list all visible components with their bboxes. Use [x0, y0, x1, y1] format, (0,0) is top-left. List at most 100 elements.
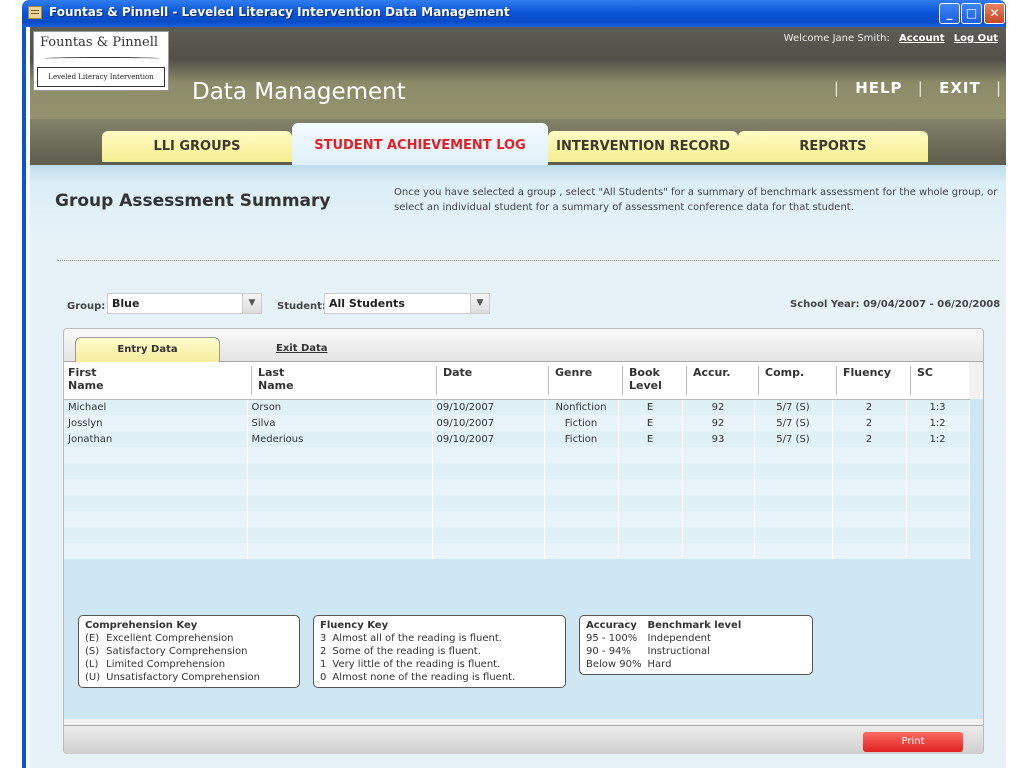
table-cell — [906, 463, 970, 479]
table-cell — [618, 479, 683, 495]
tab-reports[interactable]: REPORTS — [738, 131, 928, 162]
table-cell — [754, 447, 833, 463]
table-cell — [247, 463, 433, 479]
close-icon[interactable]: ✕ — [984, 3, 1005, 24]
table-cell — [682, 511, 755, 527]
tab-student-achievement-log[interactable]: STUDENT ACHIEVEMENT LOG — [292, 123, 548, 165]
column-header[interactable]: Book Level — [618, 362, 682, 400]
table-row[interactable] — [64, 495, 970, 511]
key-code: 0 — [320, 672, 327, 683]
table-cell — [618, 543, 683, 559]
fluency-key-title: Fluency Key — [320, 620, 389, 631]
key-code: 3 — [320, 633, 327, 644]
content-strip — [30, 165, 1006, 181]
table-cell — [247, 527, 433, 543]
comprehension-key-list: (E) Excellent Comprehension (S) Satisfactor… — [85, 632, 266, 684]
table-cell — [432, 447, 545, 463]
table-row[interactable] — [64, 447, 970, 463]
table-cell: 09/10/2007 — [432, 431, 545, 447]
assessment-table: First Name Last Name Date Genre Book Level Accur… — [64, 362, 970, 559]
key-row: (E) Excellent Comprehension — [85, 632, 266, 645]
table-row[interactable] — [64, 527, 970, 543]
table-row[interactable] — [64, 463, 970, 479]
comprehension-key: Comprehension Key (E) Excellent Comprehen… — [78, 615, 300, 688]
column-header[interactable]: SC — [906, 362, 969, 400]
window-title: Fountas & Pinnell - Leveled Literacy Int… — [49, 5, 510, 19]
table-cell — [544, 447, 619, 463]
table-cell — [64, 543, 248, 559]
table-row[interactable]: Michael Orson 09/10/2007 Nonfiction E 92 5/7 (… — [64, 399, 970, 415]
table-row[interactable]: Jonathan Mederious 09/10/2007 Fiction E 93 5/7… — [64, 431, 970, 447]
key-description: Very little of the reading is fluent. — [332, 659, 501, 670]
table-cell — [754, 495, 833, 511]
table-cell — [544, 463, 619, 479]
table-cell — [682, 447, 755, 463]
chevron-down-icon[interactable]: ▼ — [470, 294, 489, 313]
app-book-icon — [28, 6, 42, 19]
fluency-key: Fluency Key 3 Almost all of the reading i… — [313, 615, 566, 688]
divider: | — [833, 79, 840, 97]
print-button[interactable]: Print — [863, 732, 963, 752]
table-cell: 2 — [832, 431, 907, 447]
group-select-value: Blue — [112, 297, 140, 310]
table-cell: 5/7 (S) — [754, 415, 833, 431]
column-header-cell: First Name — [68, 366, 247, 395]
table-cell — [682, 495, 755, 511]
table-cell: Orson — [247, 399, 433, 415]
key-description: Instructional — [647, 646, 710, 657]
table-cell — [682, 463, 755, 479]
tab-exit-data[interactable]: Exit Data — [276, 343, 328, 354]
table-cell — [618, 447, 683, 463]
column-header-cell: Genre — [548, 366, 618, 395]
window-title-bar[interactable]: Fountas & Pinnell - Leveled Literacy Int… — [22, 0, 1006, 27]
column-header-label: Name — [258, 379, 294, 392]
column-header[interactable]: Accur. — [682, 362, 754, 400]
exit-link[interactable]: EXIT — [939, 79, 981, 97]
table-cell — [64, 527, 248, 543]
table-row[interactable]: Josslyn Silva 09/10/2007 Fiction E 92 5/7 (S) 2… — [64, 415, 970, 431]
table-cell — [247, 447, 433, 463]
maximize-icon[interactable]: □ — [961, 3, 982, 24]
key-row: 0 Almost none of the reading is fluent. — [320, 671, 521, 684]
column-header[interactable]: Fluency — [832, 362, 906, 400]
key-row: 3 Almost all of the reading is fluent. — [320, 632, 521, 645]
accuracy-key: Accuracy Benchmark level 95 - 100% Indepe… — [579, 615, 813, 675]
table-cell — [432, 543, 545, 559]
column-header-cell: Last Name — [251, 366, 432, 395]
column-header-label: Level — [629, 379, 662, 392]
column-header[interactable]: Last Name — [247, 362, 432, 400]
column-header[interactable]: Comp. — [754, 362, 832, 400]
column-header-label: SC — [917, 366, 933, 379]
key-description: Hard — [647, 659, 672, 670]
tab-intervention-record[interactable]: INTERVENTION RECORD — [548, 131, 738, 162]
tab-entry-data[interactable]: Entry Data — [75, 337, 220, 363]
chevron-down-icon[interactable]: ▼ — [242, 294, 261, 313]
table-cell: 09/10/2007 — [432, 415, 545, 431]
benchmark-level-title: Benchmark level — [647, 620, 742, 631]
column-header[interactable]: First Name — [64, 362, 247, 400]
group-select[interactable]: Blue ▼ — [107, 293, 262, 314]
help-link[interactable]: HELP — [855, 79, 902, 97]
table-cell — [432, 479, 545, 495]
key-row: Below 90% Hard — [586, 658, 747, 671]
account-link[interactable]: Account — [899, 33, 944, 44]
table-cell — [618, 495, 683, 511]
column-header-cell: Accur. — [686, 366, 754, 395]
table-cell — [544, 495, 619, 511]
column-header[interactable]: Date — [432, 362, 544, 400]
table-row[interactable] — [64, 479, 970, 495]
logout-link[interactable]: Log Out — [954, 33, 998, 44]
minimize-icon[interactable]: _ — [939, 3, 960, 24]
table-cell — [906, 543, 970, 559]
table-row[interactable] — [64, 543, 970, 559]
column-header-label: Accur. — [693, 366, 731, 379]
tab-lli-groups[interactable]: LLI GROUPS — [102, 131, 292, 162]
fluency-key-list: 3 Almost all of the reading is fluent. 2 So… — [320, 632, 521, 684]
table-cell: Mederious — [247, 431, 433, 447]
column-header[interactable]: Genre — [544, 362, 618, 400]
panel-footer: Print — [64, 725, 983, 754]
table-row[interactable] — [64, 511, 970, 527]
key-row: (U) Unsatisfactory Comprehension — [85, 671, 266, 684]
student-select[interactable]: All Students ▼ — [324, 293, 490, 314]
key-code: 90 - 94% — [586, 646, 631, 657]
